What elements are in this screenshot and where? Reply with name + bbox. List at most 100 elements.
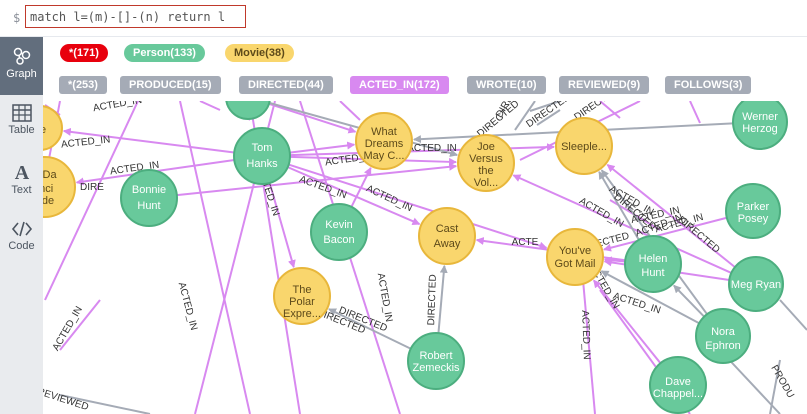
relationship-edge-offscreen[interactable] — [689, 101, 701, 124]
node-caption: Parker — [737, 201, 770, 213]
movie-node-youvegot[interactable]: You'veGot Mail — [546, 228, 604, 286]
relationship-edge[interactable] — [268, 102, 357, 134]
movie-node-castaway[interactable]: Cast Away — [418, 207, 476, 265]
node-circle[interactable] — [233, 127, 291, 185]
label-tag-person[interactable]: Person(133) — [124, 44, 205, 62]
node-circle[interactable] — [225, 101, 271, 120]
node-caption: Zemeckis — [412, 362, 460, 374]
table-view-button[interactable]: Table — [0, 95, 43, 153]
node-caption: Polar — [289, 296, 315, 308]
movie-node-polar[interactable]: ThePolarExpre... — [273, 267, 331, 325]
node-caption: Hunt — [137, 200, 160, 212]
edge-label: ACTE — [512, 237, 539, 248]
node-caption: the — [478, 165, 493, 177]
node-caption: Joe — [477, 141, 495, 153]
node-caption: Expre... — [283, 308, 321, 320]
node-caption: Dreams — [365, 138, 404, 150]
movie-node-leftmovie[interactable]: ge — [43, 105, 63, 151]
reltype-tag-reviewed[interactable]: REVIEWED(9) — [559, 76, 650, 94]
edge-label: REVIEWED — [43, 386, 90, 413]
code-view-button[interactable]: Code — [0, 211, 43, 269]
command-prompt: $ — [13, 11, 21, 25]
reltype-tag-all[interactable]: *(253) — [59, 76, 107, 94]
relationship-edge[interactable] — [437, 264, 448, 334]
node-caption: Kevin — [325, 219, 353, 231]
reltype-tag-follows[interactable]: FOLLOWS(3) — [665, 76, 752, 94]
graph-canvas[interactable]: ACTED_IN ACTED_IN ACTED_IN ACTED_IN ACTED_IN… — [43, 101, 807, 414]
label-tag-all[interactable]: *(171) — [60, 44, 108, 62]
node-caption: May C... — [364, 150, 405, 162]
graph-view-button[interactable]: Graph — [0, 37, 43, 95]
graph-icon — [13, 47, 30, 65]
svg-text:A: A — [14, 162, 29, 182]
node-caption: The — [293, 284, 312, 296]
edge-label: ACTED_IN — [51, 305, 85, 353]
person-node-helen[interactable]: Helen Hunt — [624, 235, 682, 293]
node-caption: What — [371, 126, 397, 138]
node-caption: Vol... — [474, 177, 498, 189]
person-node-parker[interactable]: ParkerPosey — [725, 183, 781, 239]
node-caption: Sleeple... — [561, 141, 607, 153]
edge-label: ACTED_IN — [579, 310, 592, 360]
table-icon — [11, 104, 32, 122]
node-circle[interactable] — [546, 228, 604, 286]
person-node-nora[interactable]: Nora Ephron — [695, 308, 751, 364]
edge-label: ACTED_IN — [407, 143, 456, 154]
edge-label: ACTED_IN — [61, 134, 111, 150]
command-bar: $ match l=(m)-[]-(n) return l — [0, 0, 807, 37]
edge-label: DIRECTED — [426, 274, 439, 325]
node-caption: Cast — [436, 223, 459, 235]
node-caption: Robert — [419, 350, 452, 362]
person-node-topperson[interactable] — [225, 101, 271, 120]
node-caption: Meg Ryan — [731, 279, 781, 291]
node-caption: Nora — [711, 326, 736, 338]
node-caption: You've — [559, 245, 591, 257]
text-view-label: Text — [11, 184, 32, 196]
text-view-button[interactable]: A Text — [0, 153, 43, 211]
node-caption: Bacon — [323, 234, 354, 246]
reltype-tag-wrote[interactable]: WROTE(10) — [467, 76, 546, 94]
label-tag-movie[interactable]: Movie(38) — [225, 44, 294, 62]
code-view-label: Code — [8, 240, 35, 252]
node-circle[interactable] — [418, 207, 476, 265]
movie-node-joe[interactable]: JoeVersustheVol... — [457, 134, 515, 192]
node-caption: ode — [43, 195, 54, 207]
node-caption: inci — [43, 183, 53, 195]
reltype-tag-produced[interactable]: PRODUCED(15) — [120, 76, 221, 94]
movie-node-davinci[interactable]: e Da inciode — [43, 156, 76, 218]
relationship-edge-offscreen[interactable] — [779, 299, 807, 331]
node-caption: Dave — [665, 376, 691, 388]
edge-label: ACTED_IN — [176, 281, 199, 332]
person-node-kevin[interactable]: Kevin Bacon — [310, 203, 368, 261]
graph-legend: *(171) Person(133) Movie(38) *(253) PROD… — [43, 37, 807, 101]
query-editor[interactable]: match l=(m)-[]-(n) return l — [25, 5, 246, 28]
node-caption: Got Mail — [555, 258, 596, 270]
relationship-edge-offscreen[interactable] — [199, 101, 221, 111]
node-caption: ge — [43, 124, 46, 136]
relationship-edge[interactable] — [289, 141, 356, 154]
person-node-tom[interactable]: Tom Hanks — [233, 127, 291, 185]
person-node-bonnie[interactable]: Bonnie Hunt — [120, 169, 178, 227]
node-caption: Herzog — [742, 123, 777, 135]
reltype-tag-directed[interactable]: DIRECTED(44) — [239, 76, 333, 94]
person-node-werner[interactable]: WernerHerzog — [732, 101, 788, 150]
node-circle[interactable] — [310, 203, 368, 261]
person-node-dave[interactable]: DaveChappel... — [649, 356, 707, 414]
node-caption: Helen — [639, 253, 668, 265]
node-caption: Posey — [738, 213, 769, 225]
text-icon: A — [14, 162, 29, 182]
person-node-robert[interactable]: RobertZemeckis — [407, 332, 465, 390]
graph-svg[interactable]: ACTED_IN ACTED_IN ACTED_IN ACTED_IN ACTED_IN… — [43, 101, 807, 414]
node-circle[interactable] — [120, 169, 178, 227]
movie-node-sleepless[interactable]: Sleeple... — [555, 117, 613, 175]
edge-label: PRODU — [768, 363, 796, 400]
reltype-tag-acted-in[interactable]: ACTED_IN(172) — [350, 76, 449, 94]
code-icon — [11, 221, 32, 237]
movie-node-whatdreams[interactable]: WhatDreamsMay C... — [355, 112, 413, 170]
node-caption: Versus — [469, 153, 503, 165]
graph-view-label: Graph — [6, 68, 37, 80]
node-caption: Bonnie — [132, 184, 166, 196]
edge-label: DIRE — [80, 182, 104, 193]
person-node-meg[interactable]: Meg Ryan — [728, 256, 784, 312]
relationship-edge-offscreen[interactable] — [339, 101, 361, 121]
